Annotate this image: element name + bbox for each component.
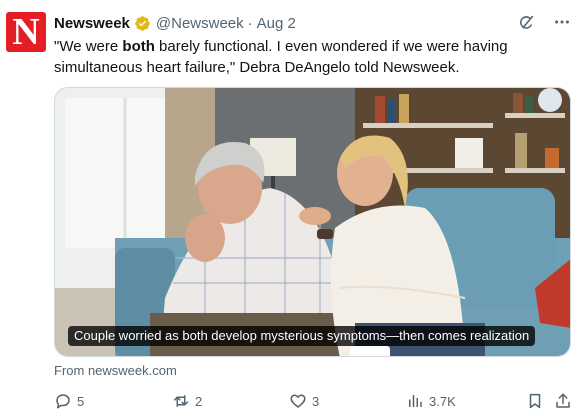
bookmark-button[interactable] [526, 392, 544, 410]
author-name[interactable]: Newsweek [54, 15, 130, 32]
verified-badge-icon[interactable] [134, 15, 151, 32]
more-icon[interactable] [553, 13, 571, 31]
share-button[interactable] [554, 392, 572, 410]
avatar-logo-letter: N [12, 11, 40, 53]
author-handle[interactable]: @Newsweek [156, 15, 244, 32]
tweet-text: "We were both barely functional. I even … [54, 36, 559, 78]
header-actions [517, 13, 571, 31]
reply-count: 5 [77, 393, 85, 409]
avatar[interactable]: N [6, 12, 46, 52]
post-date[interactable]: Aug 2 [257, 15, 296, 32]
link-source[interactable]: From newsweek.com [54, 363, 177, 378]
share-icon [556, 393, 570, 408]
tweet-header: Newsweek @Newsweek · Aug 2 [54, 12, 296, 34]
reply-button[interactable]: 5 [54, 392, 84, 410]
like-count: 3 [312, 393, 320, 409]
reply-icon [56, 394, 70, 409]
grok-icon[interactable] [517, 13, 535, 31]
heart-icon [290, 394, 306, 408]
article-photo [55, 88, 570, 356]
repost-button[interactable]: 2 [172, 392, 202, 410]
views-chart-icon [409, 395, 422, 407]
tweet-text-part1: "We were [54, 38, 123, 55]
media-card[interactable]: Couple worried as both develop mysteriou… [54, 87, 571, 357]
media-caption: Couple worried as both develop mysteriou… [68, 326, 536, 346]
header-separator: · [247, 14, 253, 32]
like-button[interactable]: 3 [289, 392, 319, 410]
action-bar: 5 2 3 3.7K [54, 392, 571, 412]
repost-count: 2 [195, 393, 203, 409]
bookmark-icon [529, 393, 541, 409]
repost-icon [173, 395, 189, 407]
tweet[interactable]: N Newsweek @Newsweek · Aug 2 "We were bo… [0, 0, 583, 415]
tweet-text-bold: both [122, 38, 155, 55]
views-count: 3.7K [429, 393, 456, 409]
views-button[interactable]: 3.7K [406, 392, 456, 410]
